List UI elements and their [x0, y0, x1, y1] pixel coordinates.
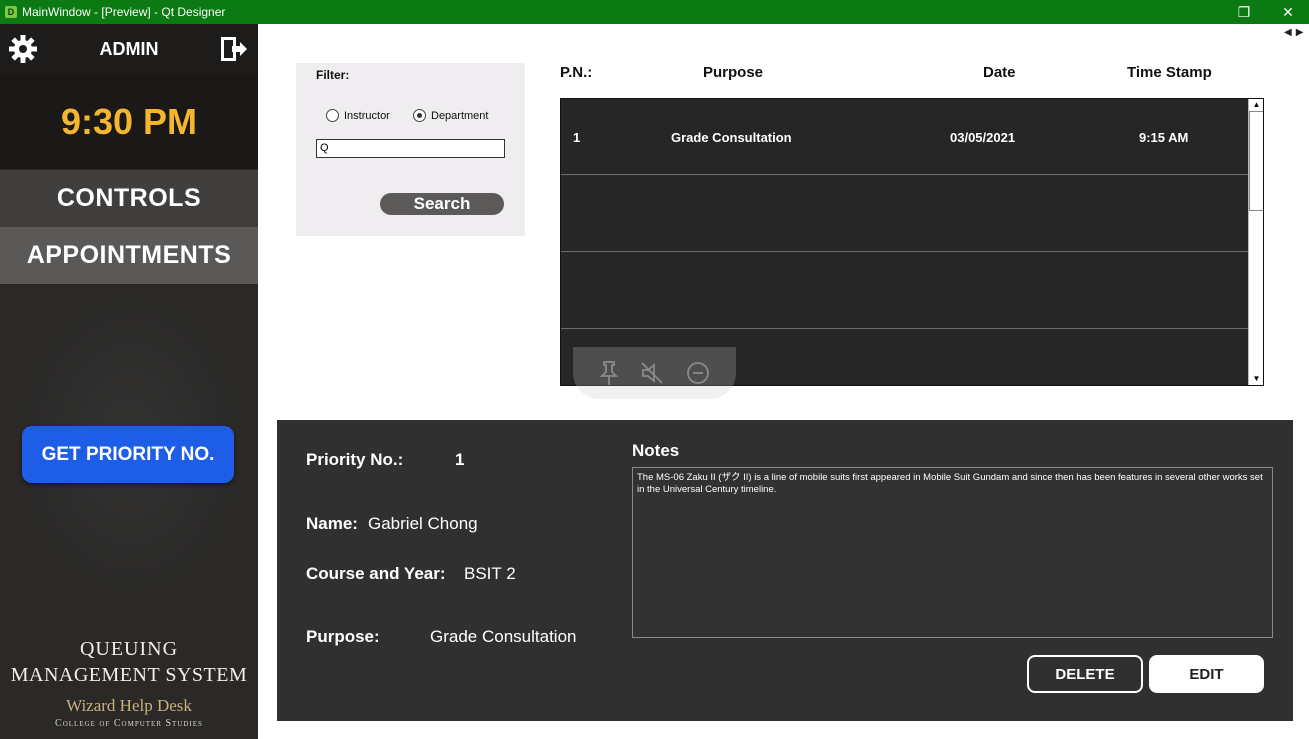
filter-search-input[interactable]: Q: [316, 139, 505, 158]
filter-panel: Filter: Instructor Department Q Search: [296, 63, 525, 236]
header-time-stamp: Time Stamp: [1127, 64, 1212, 81]
admin-label: ADMIN: [99, 38, 159, 59]
purpose-label: Purpose:: [306, 627, 380, 646]
mute-icon[interactable]: [639, 360, 665, 386]
get-priority-number-button[interactable]: GET PRIORITY NO.: [22, 426, 234, 483]
search-button[interactable]: Search: [380, 193, 504, 215]
sidebar-topbar: ADMIN: [0, 24, 258, 74]
table-row[interactable]: 1 Grade Consultation 03/05/2021 9:15 AM: [561, 99, 1248, 175]
restore-window-button[interactable]: ❐: [1234, 3, 1254, 21]
scroll-up-arrow[interactable]: ▲: [1249, 99, 1263, 111]
radio-department-indicator[interactable]: [413, 109, 426, 122]
pin-icon[interactable]: [598, 360, 620, 386]
radio-department-label: Department: [431, 109, 489, 122]
priority-number-value: 1: [455, 450, 465, 469]
appointments-nav-button[interactable]: APPOINTMENTS: [0, 227, 258, 284]
purpose-value: Grade Consultation: [430, 627, 577, 646]
brand-block: QUEUING MANAGEMENT SYSTEM Wizard Help De…: [0, 636, 258, 732]
filter-label: Filter:: [316, 68, 350, 82]
course-year-value: BSIT 2: [464, 564, 516, 583]
table-scrollbar[interactable]: ▲ ▼: [1248, 99, 1263, 385]
brand-line-help-desk: Wizard Help Desk: [66, 696, 192, 715]
header-purpose: Purpose: [703, 64, 764, 81]
radio-instructor-indicator[interactable]: [326, 109, 339, 122]
delete-button[interactable]: DELETE: [1027, 655, 1143, 693]
scroll-down-arrow[interactable]: ▼: [1249, 373, 1263, 385]
priority-number-label: Priority No.:: [306, 450, 404, 469]
window-title: MainWindow - [Preview] - Qt Designer: [22, 5, 226, 19]
brand-line-queuing: QUEUING: [79, 638, 179, 660]
logout-door-icon[interactable]: [218, 34, 248, 64]
minus-circle-icon[interactable]: [685, 360, 711, 386]
notes-textarea[interactable]: The MS-06 Zaku II (ザク II) is a line of m…: [632, 467, 1273, 638]
gear-icon[interactable]: [8, 34, 38, 64]
brand-line-college: College of Computer Studies: [55, 718, 203, 729]
controls-nav-button[interactable]: CONTROLS: [0, 170, 258, 227]
notes-title: Notes: [632, 441, 680, 460]
radio-instructor-label: Instructor: [344, 109, 390, 122]
qt-designer-app-icon: D: [5, 6, 17, 18]
header-pn: P.N.:: [560, 64, 593, 81]
table-row[interactable]: [561, 176, 1248, 252]
floating-toolbar: [573, 347, 736, 399]
header-date: Date: [983, 64, 1016, 81]
brand-line-management-system: MANAGEMENT SYSTEM: [10, 664, 248, 686]
cell-date: 03/05/2021: [950, 130, 1016, 145]
scrollbar-thumb[interactable]: [1249, 111, 1263, 211]
name-value: Gabriel Chong: [368, 514, 478, 533]
radio-instructor[interactable]: Instructor: [326, 109, 390, 122]
table-row[interactable]: [561, 253, 1248, 329]
course-year-label: Course and Year:: [306, 564, 446, 583]
sidebar: ADMIN 9:30 PM CONTROLS APPOINTMENTS GET …: [0, 24, 258, 739]
name-label: Name:: [306, 514, 358, 533]
tab-scroll-arrows[interactable]: ◀▶: [1284, 27, 1307, 38]
window-titlebar: D MainWindow - [Preview] - Qt Designer ❐…: [0, 0, 1309, 24]
cell-pn: 1: [573, 130, 581, 145]
radio-department[interactable]: Department: [413, 109, 488, 122]
edit-button[interactable]: EDIT: [1149, 655, 1264, 693]
cell-purpose: Grade Consultation: [671, 130, 792, 145]
appointment-detail-panel: Priority No.: 1 Name: Gabriel Chong Cour…: [277, 420, 1293, 721]
clock-display: 9:30 PM: [0, 74, 258, 169]
close-window-button[interactable]: ✕: [1278, 3, 1298, 21]
cell-time: 9:15 AM: [1139, 130, 1189, 145]
appointments-table: 1 Grade Consultation 03/05/2021 9:15 AM …: [560, 98, 1264, 386]
